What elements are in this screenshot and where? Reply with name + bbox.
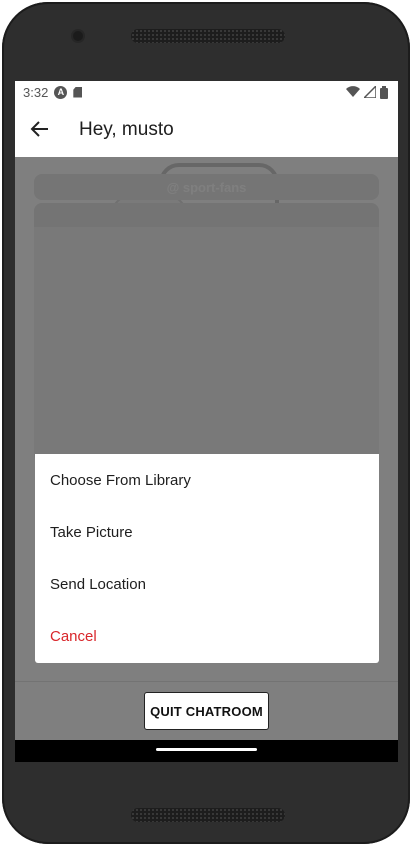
system-nav-bar <box>15 740 398 762</box>
take-picture-option[interactable]: Take Picture <box>35 506 379 558</box>
battery-icon <box>380 85 388 99</box>
wifi-icon <box>346 86 360 97</box>
page-title: Hey, musto <box>79 119 174 140</box>
attachment-action-sheet: Choose From Library Take Picture Send Lo… <box>35 454 379 663</box>
earpiece-speaker <box>131 29 285 43</box>
status-icons <box>346 85 388 99</box>
arrow-left-icon[interactable] <box>30 119 50 139</box>
sd-card-icon <box>73 86 83 98</box>
cancel-option[interactable]: Cancel <box>35 610 379 662</box>
send-location-option[interactable]: Send Location <box>35 558 379 610</box>
status-time: 3:32 <box>23 84 49 100</box>
bottom-speaker <box>131 808 285 822</box>
app-bar: Hey, musto <box>15 103 398 157</box>
device-frame: 3:32 A Hey, musto QUIT CHATROOM Choose F… <box>0 0 412 846</box>
notification-badge-icon: A <box>54 85 68 99</box>
status-bar: 3:32 A <box>15 81 398 103</box>
signal-icon <box>364 86 376 98</box>
screen: 3:32 A Hey, musto QUIT CHATROOM Choose F… <box>15 81 398 762</box>
quit-chatroom-button[interactable]: QUIT CHATROOM <box>144 692 269 730</box>
front-camera <box>73 31 83 41</box>
choose-from-library-option[interactable]: Choose From Library <box>35 454 379 506</box>
home-gesture-handle[interactable] <box>156 748 257 751</box>
